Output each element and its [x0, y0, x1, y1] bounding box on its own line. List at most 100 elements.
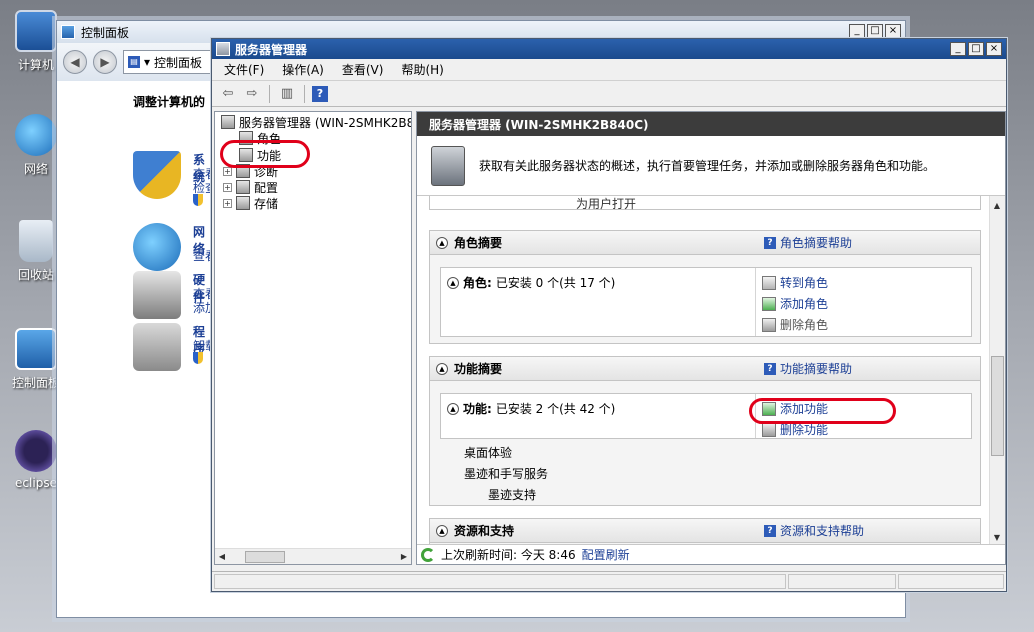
- expand-icon[interactable]: +: [223, 182, 232, 192]
- section-header: ▲ 功能摘要 ? 功能摘要帮助: [430, 357, 980, 381]
- status-label: 角色:: [463, 276, 492, 290]
- back-button[interactable]: ◀: [63, 50, 87, 74]
- collapse-icon[interactable]: ▲: [436, 236, 448, 249]
- forward-button[interactable]: ▶: [93, 50, 117, 74]
- menu-help[interactable]: 帮助(H): [401, 61, 443, 78]
- status-cell: [214, 574, 786, 589]
- section-title: 功能摘要: [454, 362, 503, 376]
- remove-features-link[interactable]: 删除功能: [756, 419, 973, 440]
- roles-icon: [239, 131, 253, 145]
- expand-icon[interactable]: +: [223, 166, 232, 176]
- server-toolbox-icon: [431, 145, 465, 186]
- show-hide-console-tree-icon[interactable]: ▥: [277, 84, 297, 104]
- menu-file[interactable]: 文件(F): [224, 61, 264, 78]
- scroll-thumb[interactable]: [245, 550, 285, 563]
- link-label: 添加角色: [780, 297, 829, 311]
- back-arrow-icon[interactable]: ⇦: [218, 84, 238, 104]
- forward-arrow-icon[interactable]: ⇨: [242, 84, 262, 104]
- close-button[interactable]: ×: [885, 24, 901, 38]
- link-label: 功能摘要帮助: [780, 362, 853, 376]
- uac-shield-icon: [193, 193, 205, 207]
- scroll-right-icon[interactable]: ▶: [397, 550, 411, 564]
- uac-shield-icon: [193, 351, 205, 365]
- close-button[interactable]: ×: [986, 42, 1002, 56]
- collapse-icon[interactable]: ▲: [447, 402, 459, 415]
- help-icon: ?: [764, 236, 776, 249]
- go-to-roles-link[interactable]: 转到角色: [756, 272, 973, 293]
- summary-scroll-area: 为用户打开 ▲ 角色摘要 ? 角色摘要帮助 ▲ 角色: 已安装 0 个(共 17…: [417, 196, 991, 546]
- section-header: ▲ 角色摘要 ? 角色摘要帮助: [430, 231, 980, 255]
- details-pane: 服务器管理器 (WIN-2SMHK2B840C) 获取有关此服务器状态的概述，执…: [416, 111, 1006, 565]
- tree-item-diagnostics[interactable]: + 诊断: [223, 163, 278, 179]
- desktop-icon-label: 回收站: [17, 268, 54, 282]
- remove-features-icon: [762, 422, 776, 437]
- last-refresh-text: 上次刷新时间: 今天 8:46: [441, 548, 576, 562]
- roles-actions: 转到角色 添加角色 删除角色: [755, 268, 973, 336]
- server-manager-icon: [221, 115, 235, 129]
- configure-refresh-link[interactable]: 配置刷新: [582, 546, 630, 563]
- scroll-down-icon[interactable]: ▼: [990, 530, 1004, 544]
- window-title: 服务器管理器: [235, 42, 308, 57]
- add-features-link[interactable]: 添加功能: [756, 398, 973, 419]
- collapse-icon[interactable]: ▲: [436, 362, 448, 375]
- tree-item-features[interactable]: 功能: [239, 147, 281, 163]
- configuration-icon: [236, 180, 250, 194]
- scroll-left-icon[interactable]: ◀: [215, 550, 229, 564]
- features-icon: [239, 148, 253, 162]
- link-label: 添加功能: [780, 402, 829, 416]
- features-summary-section: ▲ 功能摘要 ? 功能摘要帮助 ▲ 功能: 已安装 2 个(共 42 个) 添加…: [429, 356, 981, 506]
- menu-view[interactable]: 查看(V): [342, 61, 384, 78]
- maximize-button[interactable]: □: [968, 42, 984, 56]
- list-item: 墨迹和手写服务: [464, 467, 549, 481]
- help-icon[interactable]: ?: [312, 85, 328, 102]
- console-tree: 服务器管理器 (WIN-2SMHK2B840 角色 功能 + 诊断 + 配置 +…: [214, 111, 412, 565]
- add-roles-icon: [762, 296, 776, 311]
- recycle-bin-icon: [19, 220, 53, 262]
- window-controls: _ □ ×: [849, 24, 901, 38]
- computer-icon: [15, 10, 57, 52]
- status-cell: [898, 574, 1004, 589]
- dropdown-icon[interactable]: ▾: [144, 55, 150, 69]
- remove-roles-link[interactable]: 删除角色: [756, 314, 973, 335]
- tree-item-label: 配置: [254, 180, 279, 195]
- features-actions: 添加功能 删除功能: [755, 394, 973, 438]
- collapse-icon[interactable]: ▲: [436, 524, 448, 537]
- roles-help-link[interactable]: ? 角色摘要帮助: [764, 234, 852, 251]
- address-text: 控制面板: [154, 55, 203, 70]
- tree-item-storage[interactable]: + 存储: [223, 195, 278, 211]
- status-label: 功能:: [463, 402, 492, 416]
- tree-item-configuration[interactable]: + 配置: [223, 179, 278, 195]
- link-label: 删除角色: [780, 318, 829, 332]
- add-roles-link[interactable]: 添加角色: [756, 293, 973, 314]
- scroll-thumb[interactable]: [991, 356, 1004, 456]
- minimize-button[interactable]: _: [950, 42, 966, 56]
- tree-horizontal-scrollbar[interactable]: ◀ ▶: [215, 548, 411, 564]
- collapse-icon[interactable]: ▲: [447, 276, 459, 289]
- resources-help-link[interactable]: ? 资源和支持帮助: [764, 522, 864, 539]
- minimize-button[interactable]: _: [849, 24, 865, 38]
- network-globe-icon: [133, 223, 181, 271]
- roles-status: ▲ 角色: 已安装 0 个(共 17 个): [447, 274, 615, 291]
- list-item: 桌面体验: [464, 446, 513, 460]
- expand-icon[interactable]: +: [223, 198, 232, 208]
- tree-item-label: 功能: [257, 148, 282, 163]
- pane-vertical-scrollbar[interactable]: ▲ ▼: [989, 196, 1005, 546]
- resources-support-section: ▲ 资源和支持 ? 资源和支持帮助: [429, 518, 981, 546]
- tree-item-roles[interactable]: 角色: [239, 130, 281, 146]
- scroll-up-icon[interactable]: ▲: [990, 198, 1004, 212]
- features-help-link[interactable]: ? 功能摘要帮助: [764, 360, 852, 377]
- roles-summary-section: ▲ 角色摘要 ? 角色摘要帮助 ▲ 角色: 已安装 0 个(共 17 个) 转到…: [429, 230, 981, 344]
- maximize-button[interactable]: □: [867, 24, 883, 38]
- features-status: ▲ 功能: 已安装 2 个(共 42 个): [447, 400, 615, 417]
- add-features-icon: [762, 401, 776, 416]
- eclipse-icon: [15, 430, 57, 472]
- desktop-icon-label: 控制面板: [11, 376, 60, 390]
- server-manager-title-bar[interactable]: 服务器管理器: [212, 39, 1006, 59]
- refresh-icon: [421, 547, 435, 562]
- link-label: 资源和支持帮助: [780, 524, 865, 538]
- help-icon: ?: [764, 362, 776, 375]
- tree-item-server-manager[interactable]: 服务器管理器 (WIN-2SMHK2B840: [221, 114, 411, 130]
- help-icon: ?: [764, 524, 776, 537]
- menu-action[interactable]: 操作(A): [282, 61, 324, 78]
- control-panel-icon: [15, 328, 57, 370]
